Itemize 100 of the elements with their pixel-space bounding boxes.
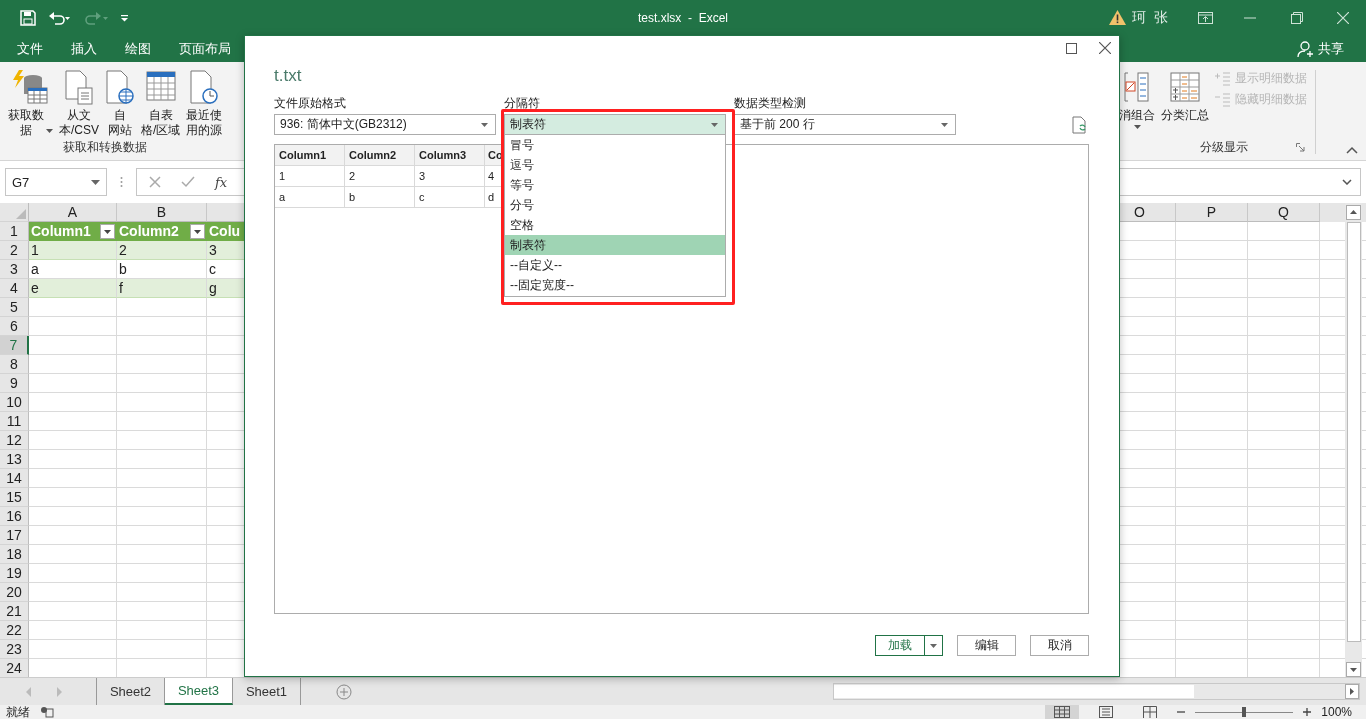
row-header[interactable]: 11 <box>0 412 29 431</box>
ribbon-button[interactable]: 分类汇总 <box>1158 70 1212 123</box>
row-header[interactable]: 19 <box>0 564 29 583</box>
preview-cell: c <box>415 187 485 208</box>
row-header[interactable]: 21 <box>0 602 29 621</box>
menu-tab[interactable]: 页面布局 <box>179 39 231 58</box>
table-cell: e <box>29 279 117 298</box>
caret-icon <box>930 643 937 648</box>
row-header[interactable]: 20 <box>0 583 29 602</box>
dropdown-option[interactable]: --自定义-- <box>505 255 725 275</box>
row-header[interactable]: 6 <box>0 317 29 336</box>
row-header[interactable]: 10 <box>0 393 29 412</box>
row-header[interactable]: 16 <box>0 507 29 526</box>
row-header[interactable]: 1 <box>0 222 29 241</box>
user-name[interactable]: 珂 张 <box>1132 8 1170 27</box>
row-header[interactable]: 17 <box>0 526 29 545</box>
vertical-scrollbar[interactable] <box>1345 203 1362 677</box>
column-header[interactable]: P <box>1176 203 1248 222</box>
field-label: 数据类型检测 <box>734 95 806 112</box>
dropdown-option[interactable]: 逗号 <box>505 155 725 175</box>
filter-dropdown-icon[interactable] <box>100 224 115 239</box>
row-header[interactable]: 24 <box>0 659 29 677</box>
ribbon-display-icon[interactable] <box>1198 11 1213 24</box>
dropdown[interactable]: 制表符 <box>504 114 726 135</box>
column-header[interactable]: A <box>29 203 117 222</box>
web-page-icon <box>105 70 135 106</box>
dialog-button[interactable]: 编辑 <box>957 635 1016 656</box>
window-title: test.xlsx - Excel <box>638 10 728 25</box>
restore-icon[interactable] <box>1291 11 1303 24</box>
ribbon-button[interactable]: 最近使 用的源 <box>183 70 226 138</box>
clock-document-icon <box>189 70 220 106</box>
row-header[interactable]: 3 <box>0 260 29 279</box>
close-icon[interactable] <box>1099 42 1111 54</box>
undo-icon[interactable] <box>48 9 72 26</box>
dropdown-option[interactable]: 制表符 <box>505 235 725 255</box>
column-header[interactable]: B <box>117 203 207 222</box>
ribbon-button[interactable]: 从文 本/CSV <box>56 70 102 138</box>
refresh-document-icon[interactable] <box>1072 116 1088 134</box>
preview-cell: 4 <box>485 166 505 187</box>
normal-view-button[interactable] <box>1045 705 1080 719</box>
zoom-level[interactable]: 100% <box>1321 705 1352 719</box>
scroll-up-icon[interactable] <box>1346 205 1361 220</box>
warning-icon <box>1109 10 1127 25</box>
dropdown[interactable]: 936: 简体中文(GB2312) <box>274 114 496 135</box>
menu-tab[interactable]: 绘图 <box>125 39 151 58</box>
row-header[interactable]: 13 <box>0 450 29 469</box>
row-header[interactable]: 15 <box>0 488 29 507</box>
minus-lines-icon <box>1215 92 1231 107</box>
row-header[interactable]: 8 <box>0 355 29 374</box>
share-button[interactable]: 共享 <box>1297 39 1344 58</box>
maximize-icon[interactable] <box>1066 42 1077 54</box>
group-label: 分级显示 <box>1198 139 1249 156</box>
sheet-tab[interactable]: Sheet3 <box>165 678 233 705</box>
menu-tab[interactable]: 文件 <box>17 39 43 58</box>
ribbon-button[interactable]: 自表 格/区域 <box>138 70 184 138</box>
save-icon[interactable] <box>20 9 36 26</box>
dropdown-option[interactable]: --固定宽度-- <box>505 275 725 295</box>
dialog-title: t.txt <box>274 66 302 86</box>
scroll-down-icon[interactable] <box>1346 662 1361 677</box>
macro-record-icon[interactable] <box>40 706 54 718</box>
collapse-ribbon-icon[interactable] <box>1346 146 1358 154</box>
ribbon-button[interactable]: 获取数 据 <box>5 70 56 138</box>
filter-dropdown-icon[interactable] <box>190 224 205 239</box>
status-text: 就绪 <box>6 703 30 719</box>
dialog-button[interactable]: 取消 <box>1030 635 1089 656</box>
row-header[interactable]: 18 <box>0 545 29 564</box>
ribbon-button[interactable]: 自 网站 <box>102 70 138 138</box>
row-header[interactable]: 4 <box>0 279 29 298</box>
row-header[interactable]: 2 <box>0 241 29 260</box>
page-icon <box>1099 706 1114 718</box>
row-header[interactable]: 7 <box>0 336 29 355</box>
row-header[interactable]: 12 <box>0 431 29 450</box>
check-icon[interactable] <box>181 176 195 188</box>
dropdown-option[interactable]: 冒号 <box>505 135 725 155</box>
row-header[interactable]: 22 <box>0 621 29 640</box>
field-label: 分隔符 <box>504 95 540 112</box>
menu-tab[interactable]: 插入 <box>71 39 97 58</box>
dialog-launcher-icon[interactable] <box>1296 143 1305 152</box>
ribbon-button[interactable]: 消组合 <box>1116 70 1158 129</box>
row-header[interactable]: 9 <box>0 374 29 393</box>
dropdown-option[interactable]: 分号 <box>505 195 725 215</box>
preview-header-cell: Column2 <box>345 145 415 166</box>
zoom-in-icon[interactable] <box>1303 708 1312 716</box>
scroll-right-icon[interactable] <box>1345 684 1359 699</box>
table-cell: 1 <box>29 241 117 260</box>
insert-function-button[interactable]: fx <box>215 174 228 190</box>
dropdown[interactable]: 基于前 200 行 <box>734 114 956 135</box>
table-cell: f <box>117 279 207 298</box>
row-header[interactable]: 5 <box>0 298 29 317</box>
dropdown-option[interactable]: 空格 <box>505 215 725 235</box>
row-header[interactable]: 23 <box>0 640 29 659</box>
expand-icon[interactable] <box>1342 179 1352 185</box>
row-header[interactable]: 14 <box>0 469 29 488</box>
zoom-out-icon[interactable] <box>1177 708 1186 716</box>
table-header-cell: Column1 <box>29 222 117 241</box>
dropdown-option[interactable]: 等号 <box>505 175 725 195</box>
column-header[interactable]: Q <box>1248 203 1320 222</box>
name-box[interactable]: G7 <box>5 168 107 196</box>
document-icon <box>64 70 94 106</box>
horizontal-scrollbar[interactable] <box>833 683 1360 700</box>
